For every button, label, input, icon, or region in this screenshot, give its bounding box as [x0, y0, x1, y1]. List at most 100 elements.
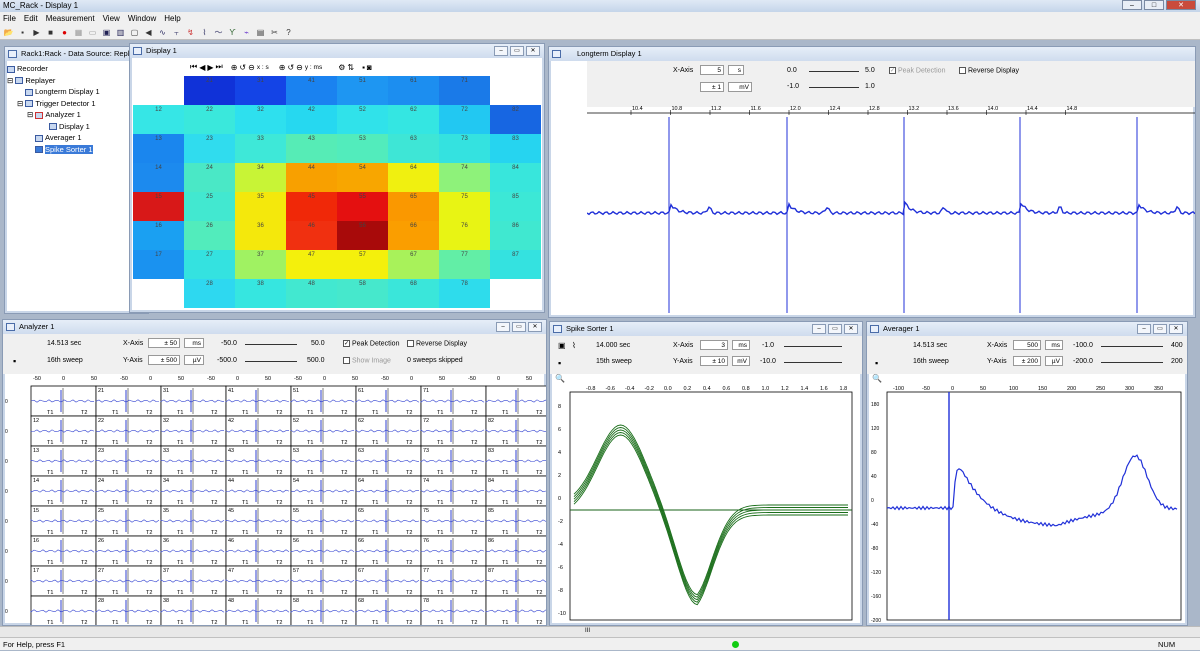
analyzer-reverse-checkbox[interactable]: [407, 340, 414, 347]
heatmap-cell[interactable]: 46: [286, 221, 337, 250]
heatmap-cell[interactable]: 37: [235, 250, 286, 279]
heatmap-cell[interactable]: 83: [490, 134, 541, 163]
analyzer-peak-detection[interactable]: ✓ Peak Detection: [343, 340, 399, 347]
spike-view-icon[interactable]: ▣: [558, 341, 566, 350]
heatmap-cell[interactable]: 76: [439, 221, 490, 250]
zoom-in-x-icon[interactable]: ⊕: [231, 63, 238, 72]
averager-yaxis-unit[interactable]: µV: [1045, 356, 1063, 366]
analyzer-minimize[interactable]: –: [496, 322, 510, 332]
heatmap-cell[interactable]: 84: [490, 163, 541, 192]
menu-window[interactable]: Window: [128, 12, 156, 25]
multi-display-icon[interactable]: ▥: [115, 27, 126, 38]
analyzer-xaxis-spin[interactable]: ± 50: [148, 338, 180, 348]
camera-icon[interactable]: ◙: [367, 63, 372, 72]
heatmap-cell[interactable]: 35: [235, 192, 286, 221]
averager-titlebar[interactable]: Averager 1 – ▭ ✕: [867, 322, 1187, 336]
play-icon[interactable]: ▶: [31, 27, 42, 38]
heatmap-cell[interactable]: 13: [133, 134, 184, 163]
rack-window-titlebar[interactable]: Rack1:Rack - Data Source: Replayer: [5, 47, 148, 61]
close-button[interactable]: ✕: [1166, 0, 1196, 10]
zoom-out-x-icon[interactable]: ⊖: [248, 63, 255, 72]
heatmap-cell[interactable]: 56: [337, 221, 388, 250]
heatmap-cell[interactable]: 87: [490, 250, 541, 279]
longterm-range1-slider[interactable]: [809, 66, 859, 72]
zoom-out-y-icon[interactable]: ⊖: [296, 63, 303, 72]
first-icon[interactable]: ⏮: [190, 62, 197, 72]
heatmap-cell[interactable]: 33: [235, 134, 286, 163]
heatmap-cell[interactable]: 45: [286, 192, 337, 221]
averager-x-slider[interactable]: [1101, 341, 1163, 347]
speaker-icon[interactable]: ◀: [143, 27, 154, 38]
heatmap-cell[interactable]: 14: [133, 163, 184, 192]
longterm-yaxis-unit[interactable]: mV: [728, 82, 752, 92]
averager-restore[interactable]: ▭: [1153, 324, 1167, 334]
heatmap-cell[interactable]: 74: [439, 163, 490, 192]
tree-item-recorder[interactable]: Recorder: [7, 63, 146, 75]
heatmap-cell[interactable]: [490, 76, 541, 105]
heatmap-cell[interactable]: [490, 279, 541, 308]
display1-minimize[interactable]: –: [494, 46, 508, 56]
heatmap-cell[interactable]: 32: [235, 105, 286, 134]
heatmap-cell[interactable]: 42: [286, 105, 337, 134]
heatmap-cell[interactable]: 47: [286, 250, 337, 279]
averager-minimize[interactable]: –: [1137, 324, 1151, 334]
menu-measurement[interactable]: Measurement: [46, 12, 95, 25]
trigger-icon[interactable]: ⫟: [171, 27, 182, 38]
heatmap-cell[interactable]: 34: [235, 163, 286, 192]
spike-y-slider[interactable]: [784, 357, 842, 363]
heatmap-cell[interactable]: 24: [184, 163, 235, 192]
heatmap-cell[interactable]: 23: [184, 134, 235, 163]
help-icon[interactable]: ?: [283, 27, 294, 38]
analyzer-peak-checkbox[interactable]: ✓: [343, 340, 350, 347]
heatmap-cell[interactable]: 86: [490, 221, 541, 250]
heatmap-cell[interactable]: 31: [235, 76, 286, 105]
heatmap-cell[interactable]: 77: [439, 250, 490, 279]
averager-yaxis-spin[interactable]: ± 200: [1013, 356, 1041, 366]
reverse-display-checkbox[interactable]: [959, 67, 966, 74]
cut-icon[interactable]: ✂: [269, 27, 280, 38]
maximize-button[interactable]: □: [1144, 0, 1164, 10]
heatmap-cell[interactable]: 54: [337, 163, 388, 192]
averager-xaxis-spin[interactable]: 500: [1013, 340, 1041, 350]
spike-save-icon[interactable]: ▪: [558, 358, 561, 368]
analyzer-close[interactable]: ✕: [528, 322, 542, 332]
menu-view[interactable]: View: [103, 12, 120, 25]
heatmap-cell[interactable]: 17: [133, 250, 184, 279]
spike-yaxis-unit[interactable]: mV: [732, 356, 750, 366]
rotate-x-icon[interactable]: ↺: [239, 63, 246, 72]
heatmap-cell[interactable]: 61: [388, 76, 439, 105]
tree-item-trigger[interactable]: ⊟ Trigger Detector 1: [7, 98, 146, 110]
tree-item-averager[interactable]: Averager 1: [7, 132, 146, 144]
heatmap-cell[interactable]: 82: [490, 105, 541, 134]
spike-x-slider[interactable]: [784, 341, 842, 347]
analyzer-restore[interactable]: ▭: [512, 322, 526, 332]
heatmap-cell[interactable]: 58: [337, 279, 388, 308]
menu-help[interactable]: Help: [164, 12, 180, 25]
analyzer-reverse-display[interactable]: Reverse Display: [407, 340, 467, 347]
longterm-titlebar[interactable]: Longterm Display 1: [549, 47, 1195, 61]
heatmap-cell[interactable]: 27: [184, 250, 235, 279]
analyzer-show-image-checkbox[interactable]: [343, 357, 350, 364]
heatmap-cell[interactable]: 26: [184, 221, 235, 250]
spike-minimize[interactable]: –: [812, 324, 826, 334]
heatmap-cell[interactable]: 68: [388, 279, 439, 308]
heatmap-cell[interactable]: 57: [337, 250, 388, 279]
display1-titlebar[interactable]: Display 1 – ▭ ✕: [130, 44, 544, 58]
heatmap-cell[interactable]: 22: [184, 105, 235, 134]
spike-wave-icon[interactable]: ⌇: [572, 341, 576, 350]
last-icon[interactable]: ⏭: [216, 62, 223, 72]
display-icon[interactable]: ▣: [101, 27, 112, 38]
stop-icon[interactable]: ■: [45, 27, 56, 38]
heatmap-cell[interactable]: 15: [133, 192, 184, 221]
heatmap-cell[interactable]: 12: [133, 105, 184, 134]
tile-icon[interactable]: ▤: [255, 27, 266, 38]
settings-icon[interactable]: ⚙: [338, 63, 345, 72]
heatmap-cell[interactable]: 41: [286, 76, 337, 105]
heatmap-cell[interactable]: 63: [388, 134, 439, 163]
heatmap-cell[interactable]: 52: [337, 105, 388, 134]
spike-restore[interactable]: ▭: [828, 324, 842, 334]
heatmap-cell[interactable]: 43: [286, 134, 337, 163]
peak-detection-checkbox[interactable]: ✓: [889, 67, 896, 74]
longterm-yaxis-spin[interactable]: ± 1: [700, 82, 724, 92]
heatmap-cell[interactable]: 71: [439, 76, 490, 105]
